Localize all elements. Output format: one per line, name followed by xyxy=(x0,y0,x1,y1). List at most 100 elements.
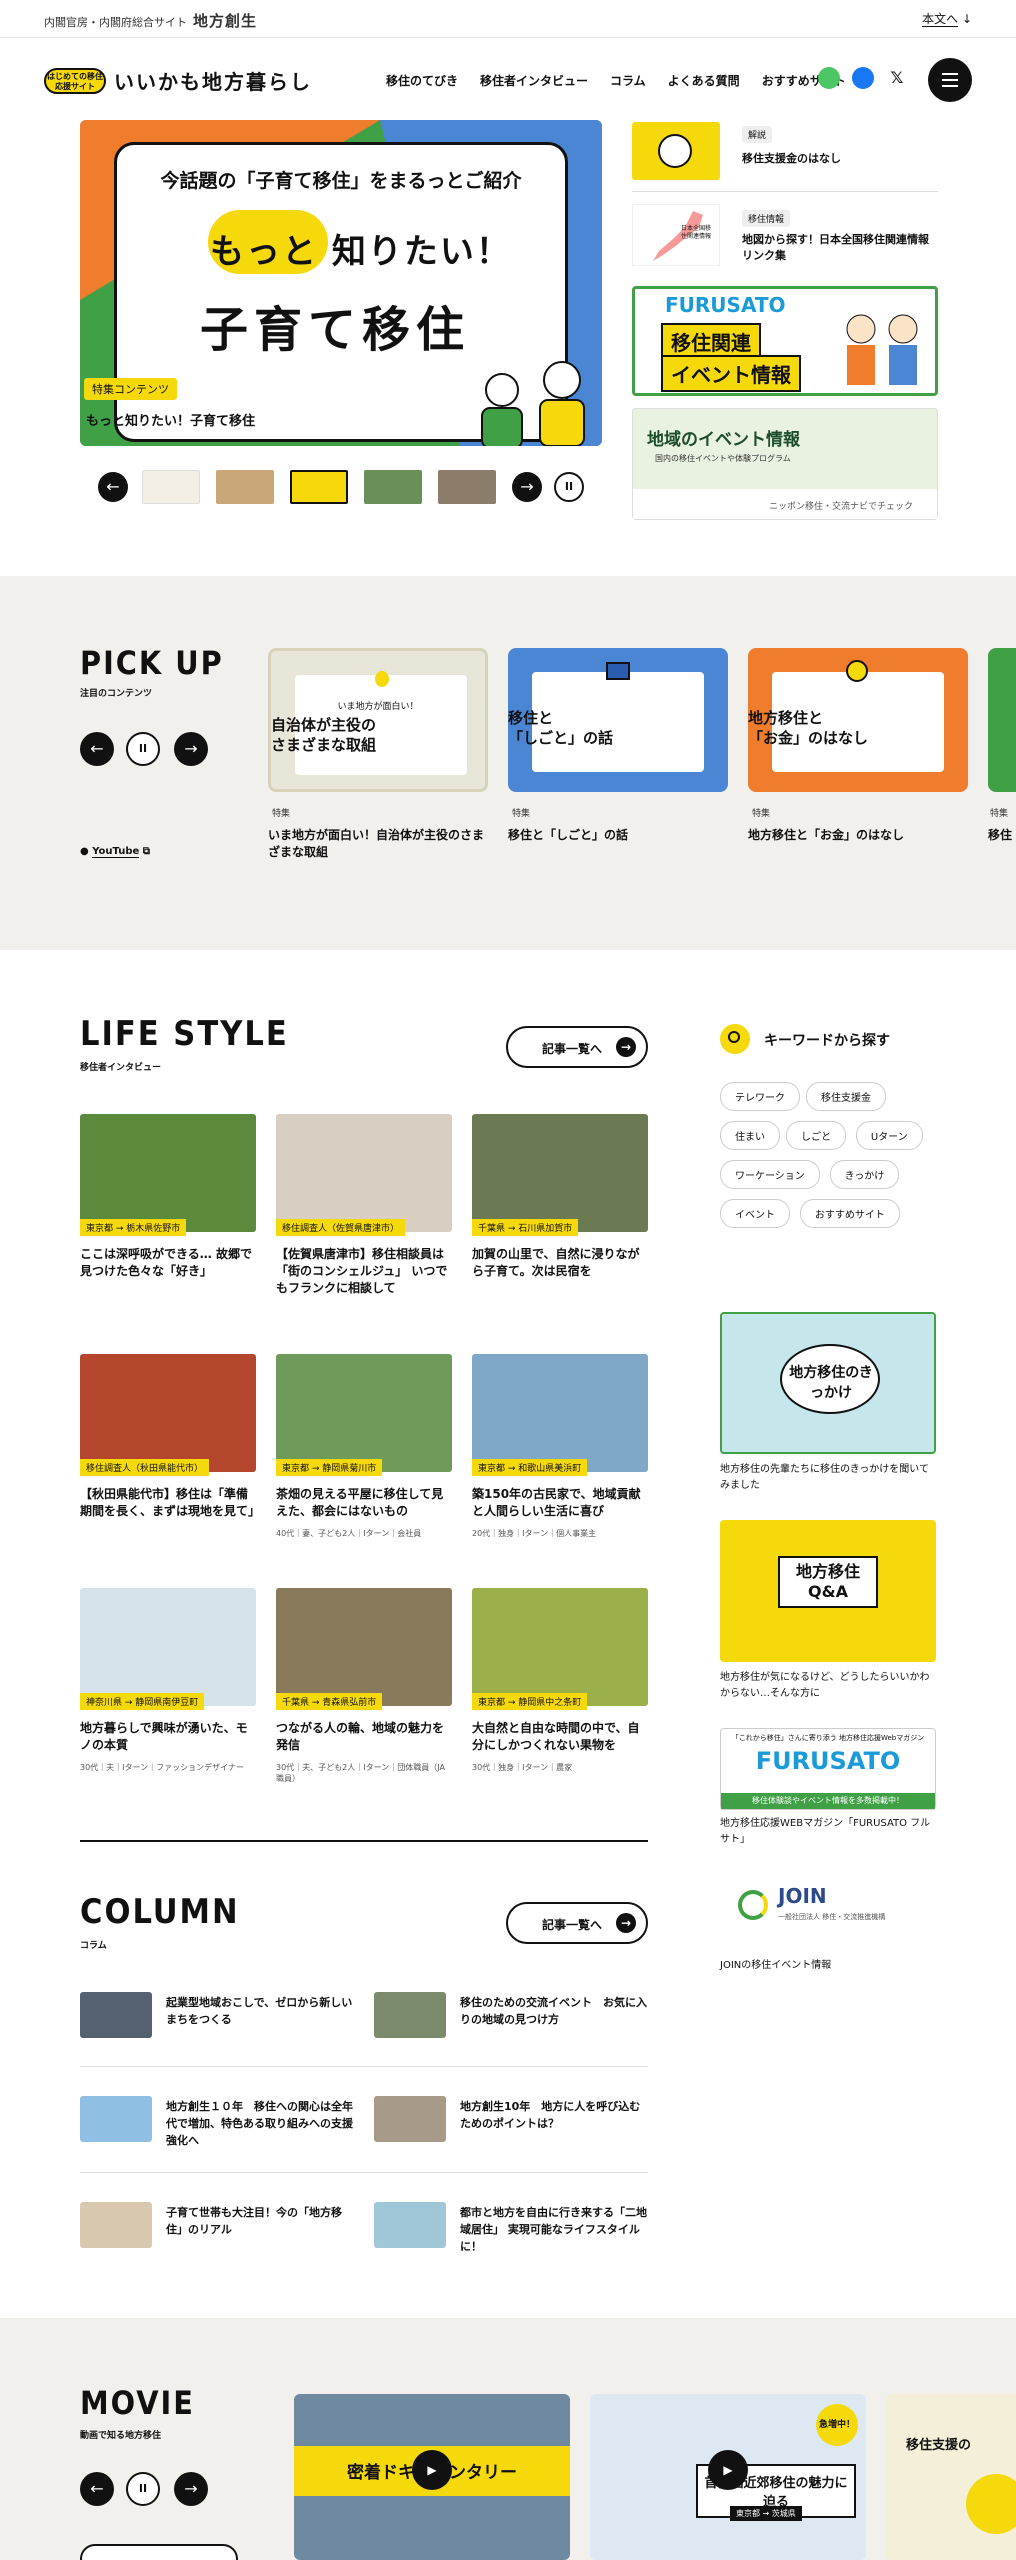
side-item-support[interactable]: 解説 移住支援金のはなし xyxy=(632,122,938,192)
lifestyle-card-location: 神奈川県 → 静岡県南伊豆町 xyxy=(80,1693,205,1710)
lifestyle-card[interactable]: 千葉県 → 石川県加賀市 加賀の山里で、自然に浸りながら子育て。次は民宿を xyxy=(472,1114,648,1288)
lifestyle-card[interactable]: 千葉県 → 青森県弘前市 つながる人の輪、地域の魅力を発信 30代｜夫、子ども2人｜… xyxy=(276,1588,452,1784)
movie-more-button[interactable] xyxy=(80,2544,238,2560)
keyword-tag[interactable]: しごと xyxy=(786,1121,846,1150)
youtube-label[interactable]: YouTube xyxy=(92,846,140,858)
brand-text[interactable]: 地方創生 xyxy=(193,12,257,30)
lifestyle-card[interactable]: 移住調査人（佐賀県唐津市） 【佐賀県唐津市】移住相談員は「街のコンシェルジュ」 い… xyxy=(276,1114,452,1305)
pickup-tag: 特集 xyxy=(990,809,1009,819)
lifestyle-card-title: 築150年の古民家で、地域貢献と人間らしい生活に喜び xyxy=(472,1487,641,1518)
keyword-tag[interactable]: ワーケーション xyxy=(720,1160,820,1189)
banner-kikkake[interactable]: 地方移住のきっかけ xyxy=(720,1312,936,1454)
lifestyle-card[interactable]: 東京都 → 静岡県菊川市 茶畑の見える平屋に移住して見えた、都会にはないもの 40代… xyxy=(276,1354,452,1539)
lifestyle-more-button[interactable]: 記事一覧へ → xyxy=(506,1026,648,1068)
keyword-tag[interactable]: テレワーク xyxy=(720,1082,800,1111)
nav-column[interactable]: コラム xyxy=(610,72,646,89)
column-item[interactable]: 都市と地方を自由に行き来する「二地域居住」 実現可能なライフスタイルに！ xyxy=(374,2190,648,2262)
movie-card[interactable]: 移住支援の xyxy=(886,2394,1016,2560)
movie-card[interactable]: 密着ドキュメンタリー ▶ xyxy=(294,2394,570,2560)
pickup-caption[interactable]: 移住 xyxy=(988,826,1012,843)
lifestyle-card[interactable]: 東京都 → 栃木県佐野市 ここは深呼吸ができる… 故郷で見つけた色々な「好き」 xyxy=(80,1114,256,1288)
column-item[interactable]: 地方創生１０年 移住への関心は全年代で増加、特色ある取り組みへの支援強化へ xyxy=(80,2084,354,2156)
movie-prev-button[interactable]: ← xyxy=(80,2472,114,2506)
pickup-card[interactable]: 移住と 「しごと」の話 xyxy=(508,648,728,792)
lifestyle-card-image: 移住調査人（秋田県能代市） xyxy=(80,1354,256,1476)
pickup-pause-button[interactable]: II xyxy=(126,732,160,766)
arrow-right-icon: → xyxy=(520,477,534,496)
keyword-list: テレワーク 移住支援金 住まい しごと Uターンワーケーション きっかけイベント お… xyxy=(720,1082,950,1238)
slider-thumb[interactable] xyxy=(438,470,496,504)
lifestyle-card-title: 地方暮らしで興味が湧いた、モノの本質 xyxy=(80,1721,248,1752)
banner-caption[interactable]: JOINの移住イベント情報 xyxy=(720,1958,936,1974)
youtube-link[interactable]: ● YouTube ⧉ xyxy=(80,846,150,858)
column-thumb xyxy=(374,2096,446,2142)
column-item-title: 移住のための交流イベント お気に入りの地域の見つけ方 xyxy=(460,1996,647,2026)
play-icon[interactable]: ▶ xyxy=(412,2450,452,2490)
side-item-map[interactable]: 日本全国移住関連情報 移住情報 地図から探す！日本全国移住関連情報リンク集 xyxy=(632,204,938,274)
keyword-tag[interactable]: Uターン xyxy=(855,1121,923,1150)
play-icon[interactable]: ▶ xyxy=(708,2450,748,2490)
banner-join[interactable]: JOIN 一般社団法人 移住・交流推進機構 xyxy=(720,1870,936,1940)
banner-caption[interactable]: 地方移住が気になるけど、どうしたらいいかわからない…そんな方に xyxy=(720,1670,936,1702)
column-item-title: 地方創生10年 地方に人を呼び込むためのポイントは？ xyxy=(460,2100,641,2130)
banner-qa[interactable]: 地方移住 Q&A xyxy=(720,1520,936,1662)
lifestyle-card[interactable]: 神奈川県 → 静岡県南伊豆町地方暮らしで興味が湧いた、モノの本質 30代｜夫｜Iタ… xyxy=(80,1588,256,1773)
slider-pause-button[interactable]: II xyxy=(554,472,584,502)
hamburger-icon[interactable] xyxy=(928,58,972,102)
skip-link[interactable]: 本文へ ↓ xyxy=(922,10,972,27)
lifestyle-card-image: 東京都 → 和歌山県美浜町 xyxy=(472,1354,648,1476)
pickup-card[interactable]: いま地方が面白い！ 自治体が主役の さまざまな取組 xyxy=(268,648,488,792)
nav-guide[interactable]: 移住のてびき xyxy=(386,72,458,89)
local-event-banner[interactable]: 地域のイベント情報 国内の移住イベントや体験プログラム ニッポン移住・交流ナビで… xyxy=(632,408,938,520)
pickup-card[interactable]: 地方移住と 「お金」のはなし xyxy=(748,648,968,792)
slider-thumb[interactable] xyxy=(216,470,274,504)
x-icon[interactable]: 𝕏 xyxy=(886,67,908,89)
pickup-caption[interactable]: 地方移住と「お金」のはなし xyxy=(748,826,904,843)
slider-thumb[interactable] xyxy=(364,470,422,504)
slider-next-button[interactable]: → xyxy=(512,472,542,502)
facebook-icon[interactable] xyxy=(852,67,874,89)
column-item[interactable]: 起業型地域おこしで、ゼロから新しいまちをつくる xyxy=(80,1980,354,2052)
column-item[interactable]: 移住のための交流イベント お気に入りの地域の見つけ方 xyxy=(374,1980,648,2052)
nav-faq[interactable]: よくある質問 xyxy=(668,72,740,89)
skip-link-label[interactable]: 本文へ xyxy=(922,12,959,27)
movie-pause-button[interactable]: II xyxy=(126,2472,160,2506)
lifestyle-card[interactable]: 東京都 → 静岡県中之条町 大自然と自由な時間の中で、自分にしかつくれない果物を 3… xyxy=(472,1588,648,1773)
lifestyle-card[interactable]: 移住調査人（秋田県能代市） 【秋田県能代市】移住は「準備期間を長く、まずは現地を見… xyxy=(80,1354,260,1528)
more-label: 記事一覧へ xyxy=(542,1042,603,1056)
hero-caption[interactable]: もっと知りたい！子育て移住 xyxy=(86,410,255,429)
pickup-next-button[interactable]: → xyxy=(174,732,208,766)
keyword-tag[interactable]: おすすめサイト xyxy=(799,1199,900,1228)
furusato-event-banner[interactable]: FURUSATO 移住関連 イベント情報 xyxy=(632,286,938,396)
slider-prev-button[interactable]: ← xyxy=(98,472,128,502)
hero-line2: もっと 知りたい！ xyxy=(210,232,512,272)
pickup-card[interactable] xyxy=(988,648,1016,792)
movie-next-button[interactable]: → xyxy=(174,2472,208,2506)
hero-line1: 今話題の「子育て移住」をまるっとご紹介 xyxy=(160,170,522,192)
slider-thumb[interactable] xyxy=(142,470,200,504)
column-item[interactable]: 子育て世帯も大注目！今の「地方移住」のリアル xyxy=(80,2190,354,2262)
movie-card[interactable]: 急増中！ 首都圏近郊移住の魅力に迫る 東京都 → 茨城県 ▶ xyxy=(590,2394,866,2560)
banner-furusato[interactable]: 「これから移住」さんに寄り添う 地方移住応援Webマガジン FURUSATO 移… xyxy=(720,1728,936,1810)
pickup-caption[interactable]: 移住と「しごと」の話 xyxy=(508,826,628,843)
banner-foot: ニッポン移住・交流ナビでチェック xyxy=(769,502,914,512)
slider-thumb-active[interactable] xyxy=(290,470,348,504)
column-item[interactable]: 地方創生10年 地方に人を呼び込むためのポイントは？ xyxy=(374,2084,648,2156)
column-more-button[interactable]: 記事一覧へ → xyxy=(506,1902,648,1944)
pickup-caption[interactable]: いま地方が面白い！自治体が主役のさまざまな取組 xyxy=(268,826,494,860)
line-icon[interactable] xyxy=(818,67,840,89)
keyword-tag[interactable]: 移住支援金 xyxy=(806,1082,886,1111)
lifestyle-card-meta: 30代｜夫｜Iターン｜ファッションデザイナー xyxy=(80,1763,244,1772)
lifestyle-card-image: 東京都 → 静岡県中之条町 xyxy=(472,1588,648,1710)
nav-interview[interactable]: 移住者インタビュー xyxy=(480,72,588,89)
keyword-tag[interactable]: イベント xyxy=(720,1199,790,1228)
keyword-tag[interactable]: 住まい xyxy=(720,1121,780,1150)
pickup-prev-button[interactable]: ← xyxy=(80,732,114,766)
site-logo[interactable]: はじめての移住応援サイト いいかも地方暮らし xyxy=(44,66,312,95)
lifestyle-card[interactable]: 東京都 → 和歌山県美浜町 築150年の古民家で、地域貢献と人間らしい生活に喜び 2… xyxy=(472,1354,648,1539)
banner-caption[interactable]: 地方移住の先輩たちに移住のきっかけを聞いてみました xyxy=(720,1462,936,1494)
movie-card-label: 移住支援の xyxy=(906,2438,972,2453)
keyword-tag[interactable]: きっかけ xyxy=(829,1160,900,1189)
lifestyle-card-location: 移住調査人（佐賀県唐津市） xyxy=(276,1219,406,1236)
banner-caption[interactable]: 地方移住応援WEBマガジン「FURUSATO フルサト」 xyxy=(720,1816,936,1848)
